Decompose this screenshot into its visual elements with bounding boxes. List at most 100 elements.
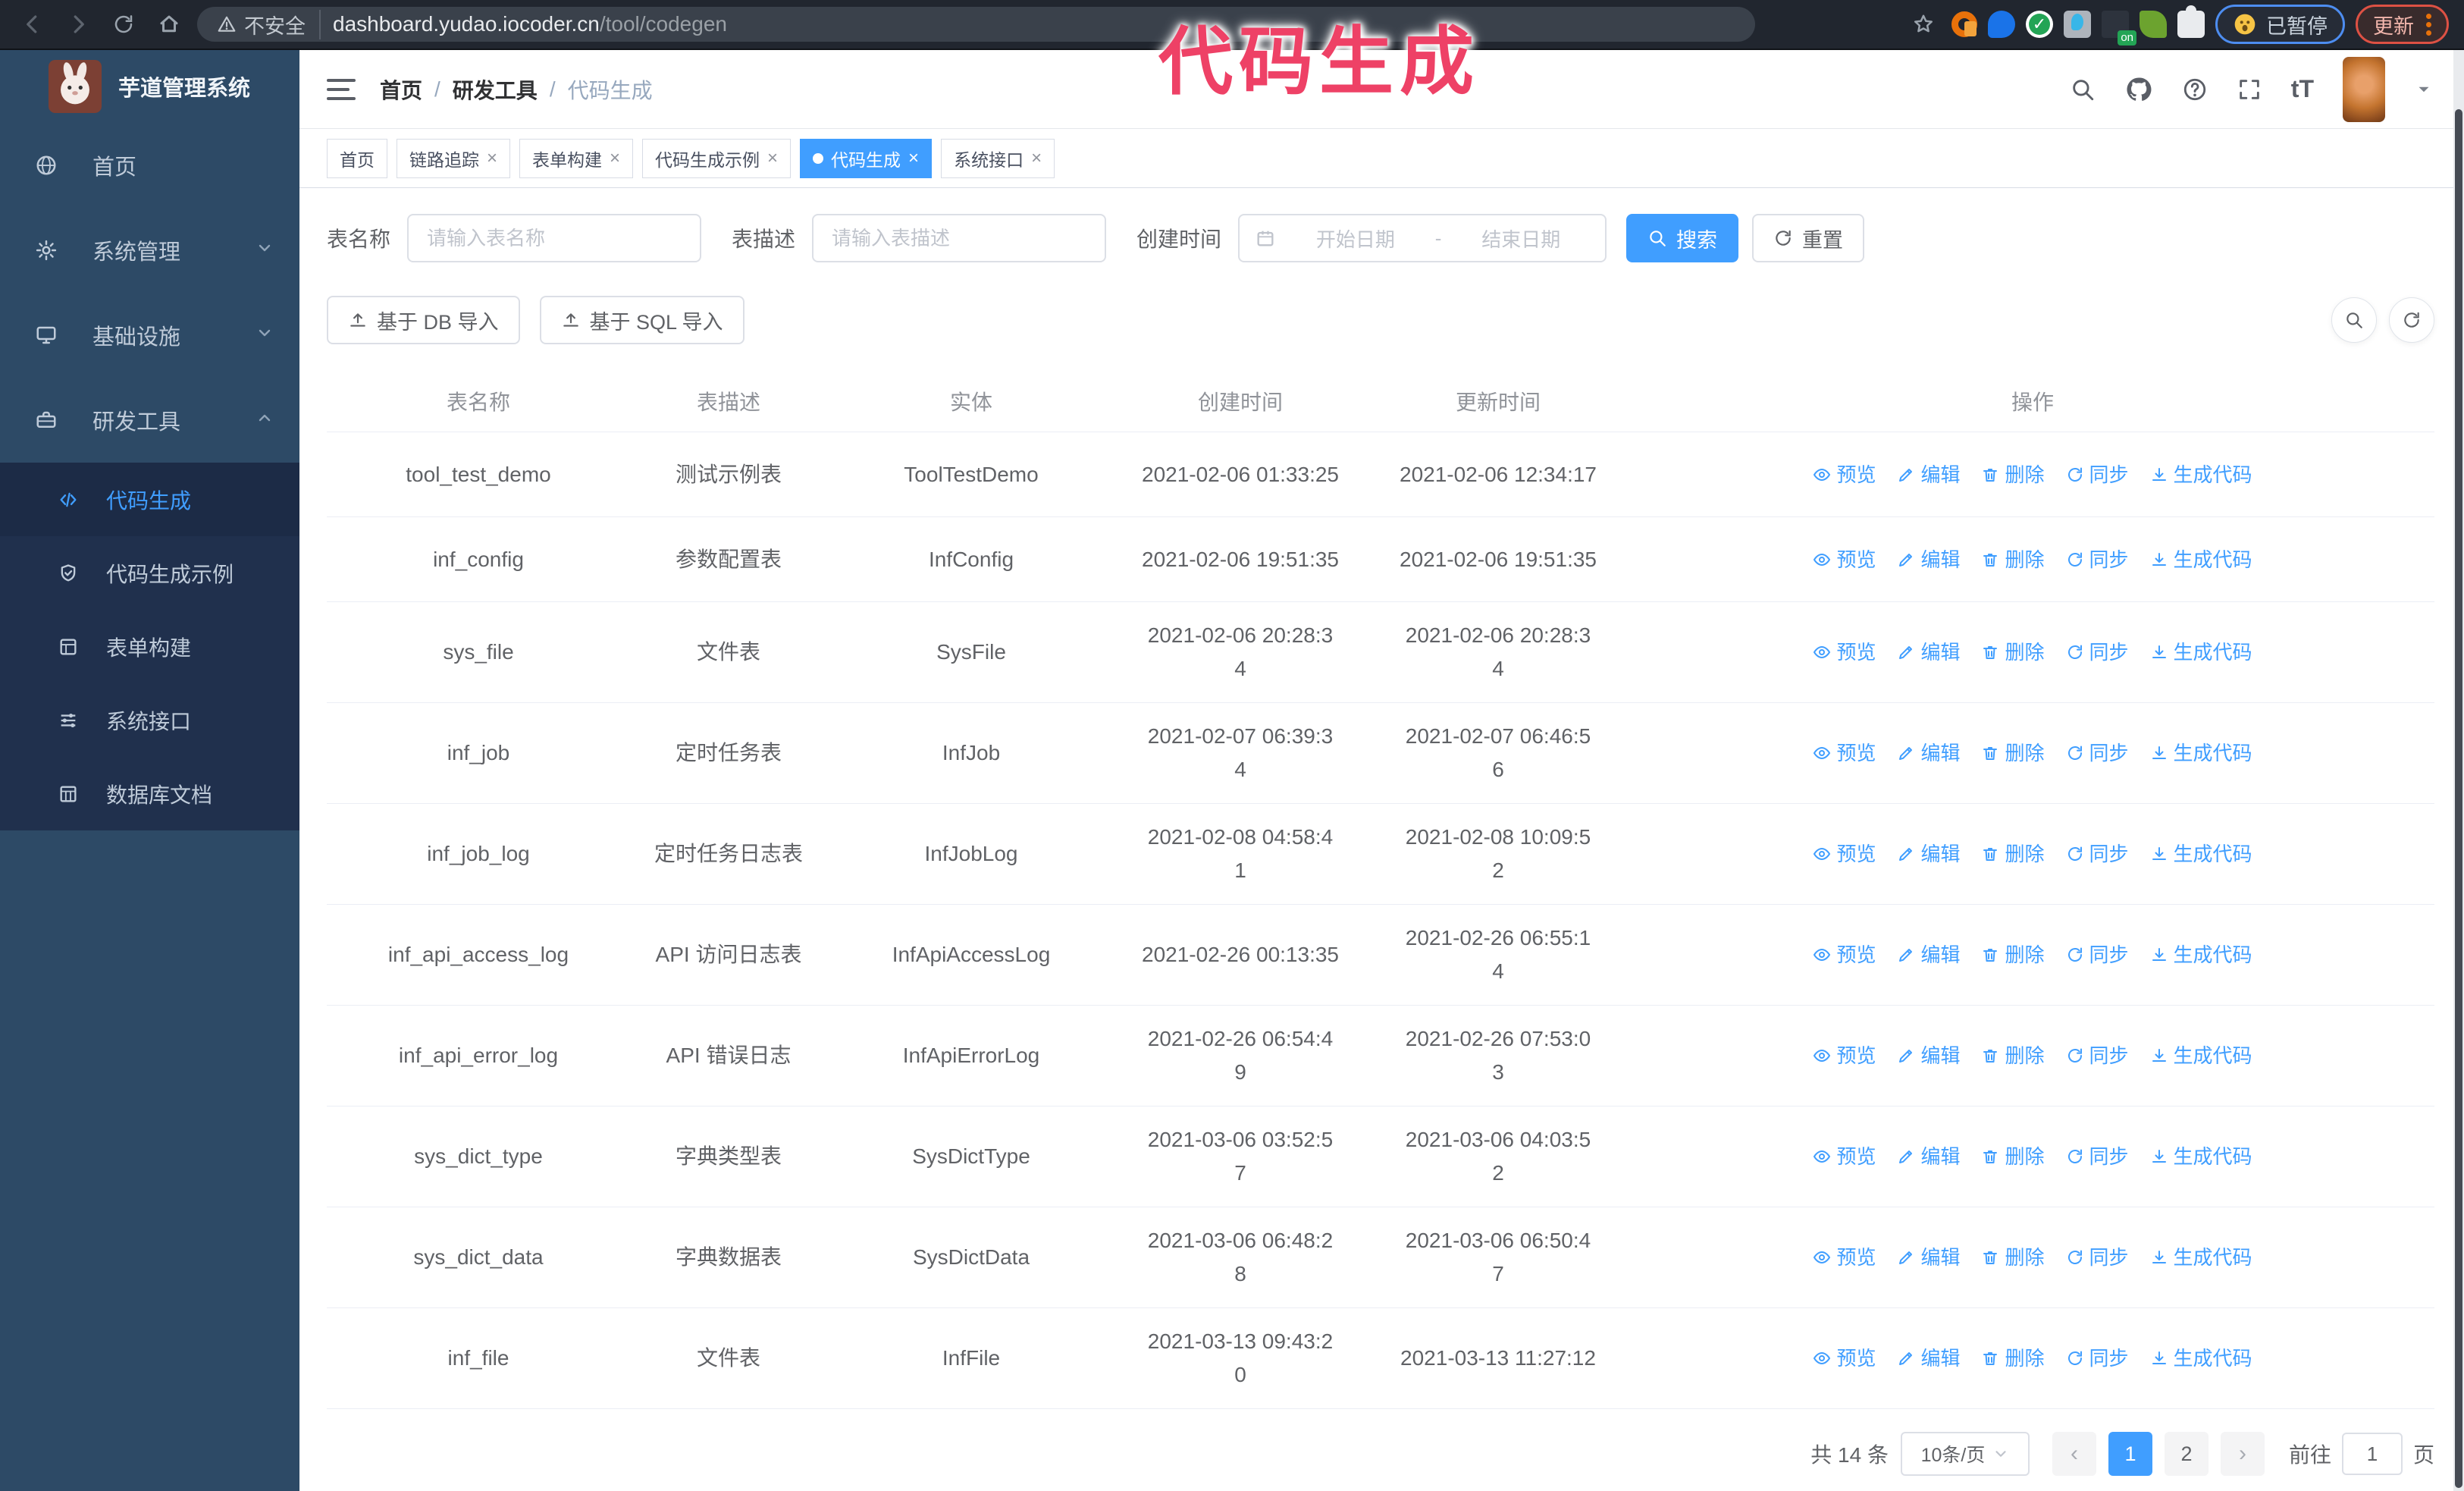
browser-update-button[interactable]: 更新 [2356,5,2449,44]
tab-system-api[interactable]: 系统接口 × [941,138,1055,178]
delete-link[interactable]: 删除 [1981,1241,2045,1274]
extension-icon[interactable] [2026,11,2053,38]
tab-form-builder[interactable]: 表单构建 × [519,138,634,178]
tab-codegen-example[interactable]: 代码生成示例 × [642,138,792,178]
header-search-icon[interactable] [2070,77,2096,102]
font-size-icon[interactable]: tT [2291,75,2314,103]
sync-link[interactable]: 同步 [2066,1039,2129,1072]
generate-code-link[interactable]: 生成代码 [2150,736,2252,770]
menu-dots-icon[interactable] [2426,13,2431,36]
breadcrumb-dev-tools[interactable]: 研发工具 [453,74,538,105]
edit-link[interactable]: 编辑 [1897,1241,1960,1274]
scrollbar-thumb[interactable] [2455,109,2462,1488]
tab-close-icon[interactable]: × [908,149,919,168]
sync-link[interactable]: 同步 [2066,543,2129,576]
delete-link[interactable]: 删除 [1981,938,2045,972]
tab-close-icon[interactable]: × [610,149,620,168]
date-range-picker[interactable]: 开始日期 - 结束日期 [1238,214,1607,262]
tab-codegen[interactable]: 代码生成 × [800,138,933,178]
sync-link[interactable]: 同步 [2066,1241,2129,1274]
sidebar-subitem-db-doc[interactable]: 数据库文档 [0,757,299,830]
app-logo[interactable]: 芋道管理系统 [0,50,299,123]
extension-icon[interactable] [1988,11,2015,38]
generate-code-link[interactable]: 生成代码 [2150,1241,2252,1274]
sync-link[interactable]: 同步 [2066,1342,2129,1375]
sidebar-subitem-codegen-example[interactable]: 代码生成示例 [0,536,299,610]
sidebar-subitem-codegen[interactable]: 代码生成 [0,463,299,536]
tab-close-icon[interactable]: × [1031,149,1042,168]
sync-link[interactable]: 同步 [2066,1140,2129,1173]
browser-forward-icon[interactable] [61,7,96,42]
generate-code-link[interactable]: 生成代码 [2150,543,2252,576]
sidebar-item-infrastructure[interactable]: 基础设施 [0,293,299,378]
table-desc-input[interactable] [812,214,1107,262]
bookmark-star-icon[interactable] [1906,7,1941,42]
browser-back-icon[interactable] [15,7,50,42]
sync-link[interactable]: 同步 [2066,458,2129,491]
sidebar-subitem-form-builder[interactable]: 表单构建 [0,610,299,683]
sidebar-subitem-system-api[interactable]: 系统接口 [0,683,299,757]
import-db-button[interactable]: 基于 DB 导入 [327,296,520,344]
edit-link[interactable]: 编辑 [1897,938,1960,972]
github-icon[interactable] [2124,75,2153,104]
edit-link[interactable]: 编辑 [1897,458,1960,491]
sidebar-item-home[interactable]: 首页 [0,123,299,208]
generate-code-link[interactable]: 生成代码 [2150,1140,2252,1173]
prev-page-button[interactable]: ‹ [2052,1432,2096,1476]
generate-code-link[interactable]: 生成代码 [2150,1039,2252,1072]
toggle-search-button[interactable] [2331,297,2377,343]
reset-button[interactable]: 重置 [1752,214,1865,262]
sync-link[interactable]: 同步 [2066,837,2129,871]
preview-link[interactable]: 预览 [1813,636,1876,669]
page-button-2[interactable]: 2 [2164,1432,2209,1476]
delete-link[interactable]: 删除 [1981,1140,2045,1173]
preview-link[interactable]: 预览 [1813,543,1876,576]
delete-link[interactable]: 删除 [1981,636,2045,669]
generate-code-link[interactable]: 生成代码 [2150,837,2252,871]
extension-icon[interactable] [2102,11,2136,46]
page-scrollbar[interactable] [2453,50,2464,1491]
table-name-input[interactable] [407,214,702,262]
avatar-caret-icon[interactable] [2414,80,2434,99]
delete-link[interactable]: 删除 [1981,543,2045,576]
generate-code-link[interactable]: 生成代码 [2150,636,2252,669]
refresh-table-button[interactable] [2389,297,2434,343]
generate-code-link[interactable]: 生成代码 [2150,938,2252,972]
preview-link[interactable]: 预览 [1813,458,1876,491]
extension-icon[interactable] [2064,11,2091,38]
tab-home[interactable]: 首页 [327,138,387,178]
sync-link[interactable]: 同步 [2066,636,2129,669]
page-button-1[interactable]: 1 [2108,1432,2152,1476]
delete-link[interactable]: 删除 [1981,736,2045,770]
site-security-chip[interactable]: 不安全 [217,9,321,39]
sidebar-item-system-management[interactable]: 系统管理 [0,208,299,293]
sidebar-toggle-icon[interactable] [327,78,356,100]
address-bar[interactable]: 不安全 dashboard.yudao.iocoder.cn/tool/code… [197,7,1755,42]
tab-trace[interactable]: 链路追踪 × [397,138,511,178]
sync-link[interactable]: 同步 [2066,736,2129,770]
generate-code-link[interactable]: 生成代码 [2150,1342,2252,1375]
extension-icon[interactable] [1951,11,1977,37]
preview-link[interactable]: 预览 [1813,1241,1876,1274]
preview-link[interactable]: 预览 [1813,1342,1876,1375]
next-page-button[interactable]: › [2220,1432,2265,1476]
edit-link[interactable]: 编辑 [1897,1039,1960,1072]
edit-link[interactable]: 编辑 [1897,636,1960,669]
extension-icon[interactable] [2140,11,2167,38]
preview-link[interactable]: 预览 [1813,736,1876,770]
breadcrumb-home[interactable]: 首页 [380,74,422,105]
import-sql-button[interactable]: 基于 SQL 导入 [539,296,745,344]
extensions-puzzle-icon[interactable] [2177,5,2205,38]
delete-link[interactable]: 删除 [1981,837,2045,871]
user-avatar[interactable] [2343,56,2385,122]
preview-link[interactable]: 预览 [1813,1140,1876,1173]
help-icon[interactable] [2182,77,2208,102]
edit-link[interactable]: 编辑 [1897,736,1960,770]
generate-code-link[interactable]: 生成代码 [2150,458,2252,491]
browser-reload-icon[interactable] [106,7,141,42]
browser-home-icon[interactable] [152,7,187,42]
page-size-select[interactable]: 10条/页 [1900,1432,2030,1476]
tab-close-icon[interactable]: × [767,149,778,168]
delete-link[interactable]: 删除 [1981,1039,2045,1072]
delete-link[interactable]: 删除 [1981,1342,2045,1375]
